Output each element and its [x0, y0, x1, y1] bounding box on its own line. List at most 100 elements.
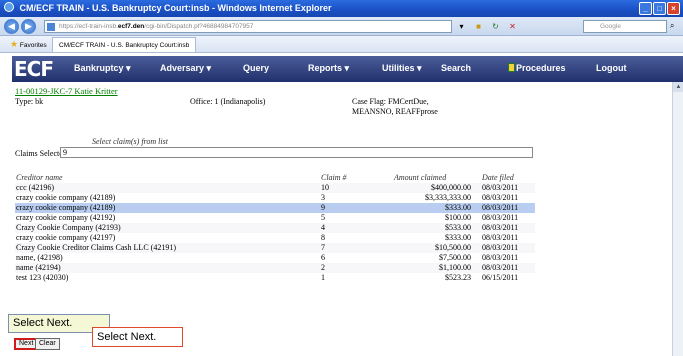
cell-creditor: name, (42198) [16, 253, 63, 262]
back-icon[interactable]: ◀ [4, 19, 19, 34]
window-controls: _ □ × [639, 2, 680, 15]
cell-claim: 3 [321, 193, 325, 202]
stop-icon[interactable]: ✕ [506, 21, 519, 33]
dropdown-icon[interactable]: ▾ [455, 21, 468, 33]
cell-amount: $333.00 [445, 203, 471, 212]
cell-creditor: Crazy Cookie Creditor Claims Cash LLC (4… [16, 243, 176, 252]
cell-claim: 6 [321, 253, 325, 262]
maximize-button[interactable]: □ [653, 2, 666, 15]
cell-date: 08/03/2011 [482, 203, 519, 212]
header-date: Date filed [482, 173, 514, 182]
cell-date: 08/03/2011 [482, 193, 519, 202]
table-row[interactable]: ccc (42196) 10 $400,000.00 08/03/2011 [15, 183, 535, 193]
cell-date: 08/03/2011 [482, 253, 519, 262]
select-hint: Select claim(s) from list [92, 137, 168, 146]
header-creditor: Creditor name [16, 173, 63, 182]
address-bar[interactable]: https://ecf-train-insb.ecf7.den/cgi-bin/… [44, 20, 452, 33]
minimize-button[interactable]: _ [639, 2, 652, 15]
table-body: ccc (42196) 10 $400,000.00 08/03/2011 crazy … [15, 183, 535, 283]
cell-amount: $523.23 [445, 273, 471, 282]
cell-creditor: crazy cookie company (42192) [16, 213, 116, 222]
window-titlebar: CM/ECF TRAIN - U.S. Bankruptcy Court:ins… [0, 0, 683, 17]
cell-claim: 4 [321, 223, 325, 232]
header-amount: Amount claimed [394, 173, 447, 182]
menu-search[interactable]: Search [441, 63, 471, 73]
forward-icon[interactable]: ▶ [21, 19, 36, 34]
favorites-label: Favorites [19, 42, 47, 49]
cell-claim: 2 [321, 263, 325, 272]
menu-bankruptcy[interactable]: Bankruptcy ▾ [74, 63, 131, 74]
search-icon[interactable]: ⌕ [670, 21, 674, 31]
cell-date: 08/03/2011 [482, 263, 519, 272]
cell-creditor: Crazy Cookie Company (42193) [16, 223, 121, 232]
cell-creditor: ccc (42196) [16, 183, 54, 192]
case-flags-line1: Case Flag: FMCertDue, [352, 97, 429, 106]
table-row[interactable]: crazy cookie company (42197) 8 $333.00 08/0… [15, 233, 535, 243]
table-row[interactable]: crazy cookie company (42189) 3 $3,333,333.… [15, 193, 535, 203]
table-row[interactable]: name, (42198) 6 $7,500.00 08/03/2011 [15, 253, 535, 263]
cell-date: 08/03/2011 [482, 223, 519, 232]
scroll-up-icon[interactable]: ▲ [673, 82, 683, 92]
ecf-logo: ECF [14, 57, 54, 81]
cell-creditor: crazy cookie company (42189) [16, 193, 116, 202]
cell-claim: 7 [321, 243, 325, 252]
cell-creditor: test 123 (42030) [16, 273, 69, 282]
claims-selected-field[interactable]: 9 [60, 147, 533, 158]
cell-amount: $400,000.00 [431, 183, 471, 192]
address-toolbar: ◀ ▶ https://ecf-train-insb.ecf7.den/cgi-… [0, 17, 683, 36]
cell-creditor: crazy cookie company (42197) [16, 233, 116, 242]
menu-logout[interactable]: Logout [596, 63, 627, 73]
header-claim: Claim # [321, 173, 347, 182]
case-flags: Case Flag: FMCertDue, MEANSNO, REAFFpros… [352, 97, 438, 117]
address-tools: ▾ ■ ↻ ✕ [455, 20, 580, 33]
table-header: Creditor name Claim # Amount claimed Dat… [15, 173, 535, 183]
case-header: 11-00129-JKC-7 Katie Kritter Type: bk Of… [12, 82, 683, 130]
favorites-button[interactable]: ★ Favorites [10, 36, 47, 54]
refresh-icon[interactable]: ↻ [489, 21, 502, 33]
cell-creditor: name (42194) [16, 263, 61, 272]
table-row[interactable]: crazy cookie company (42189) 9 $333.00 08/0… [15, 203, 535, 213]
menu-adversary[interactable]: Adversary ▾ [160, 63, 211, 74]
star-icon: ★ [10, 39, 19, 49]
menu-query[interactable]: Query [243, 63, 269, 73]
page-icon [47, 23, 55, 31]
cell-claim: 9 [321, 203, 325, 212]
browser-tab[interactable]: CM/ECF TRAIN - U.S. Bankruptcy Court:ins… [52, 37, 197, 52]
cell-claim: 1 [321, 273, 325, 282]
table-row[interactable]: name (42194) 2 $1,100.00 08/03/2011 [15, 263, 535, 273]
case-flags-line2: MEANSNO, REAFFprose [352, 107, 438, 116]
cell-amount: $1,100.00 [439, 263, 471, 272]
table-row[interactable]: Crazy Cookie Company (42193) 4 $533.00 08/0… [15, 223, 535, 233]
favorites-bar: ★ Favorites CM/ECF TRAIN - U.S. Bankrupt… [0, 36, 683, 53]
case-number-link[interactable]: 11-00129-JKC-7 Katie Kritter [15, 86, 118, 96]
page-content: 11-00129-JKC-7 Katie Kritter Type: bk Of… [12, 82, 683, 356]
cell-amount: $533.00 [445, 223, 471, 232]
cell-amount: $333.00 [445, 233, 471, 242]
menu-reports[interactable]: Reports ▾ [308, 63, 349, 74]
vertical-scrollbar[interactable]: ▲ [672, 82, 683, 356]
cell-date: 08/03/2011 [482, 183, 519, 192]
cell-date: 08/03/2011 [482, 213, 519, 222]
menu-utilities[interactable]: Utilities ▾ [382, 63, 422, 74]
table-row[interactable]: crazy cookie company (42192) 5 $100.00 08/0… [15, 213, 535, 223]
cell-amount: $3,333,333.00 [425, 193, 471, 202]
search-input[interactable]: Google [583, 20, 667, 33]
cell-amount: $100.00 [445, 213, 471, 222]
lock-icon[interactable]: ■ [472, 21, 485, 33]
table-row[interactable]: Crazy Cookie Creditor Claims Cash LLC (4… [15, 243, 535, 253]
clear-button[interactable]: Clear [35, 338, 60, 350]
close-button[interactable]: × [667, 2, 680, 15]
ie-icon [4, 2, 14, 12]
menu-procedures[interactable]: Procedures [508, 63, 566, 73]
cell-date: 08/03/2011 [482, 233, 519, 242]
cell-claim: 5 [321, 213, 325, 222]
procedures-icon [508, 63, 515, 72]
case-office: Office: 1 (Indianapolis) [190, 97, 266, 106]
ecf-menubar: ECF Bankruptcy ▾ Adversary ▾ Query Repor… [12, 56, 683, 82]
claims-table: Creditor name Claim # Amount claimed Dat… [15, 173, 535, 283]
cell-claim: 8 [321, 233, 325, 242]
cell-amount: $7,500.00 [439, 253, 471, 262]
table-row[interactable]: test 123 (42030) 1 $523.23 06/15/2011 [15, 273, 535, 283]
url-prefix: https://ecf-train-insb. [59, 23, 118, 30]
cell-amount: $10,500.00 [435, 243, 471, 252]
